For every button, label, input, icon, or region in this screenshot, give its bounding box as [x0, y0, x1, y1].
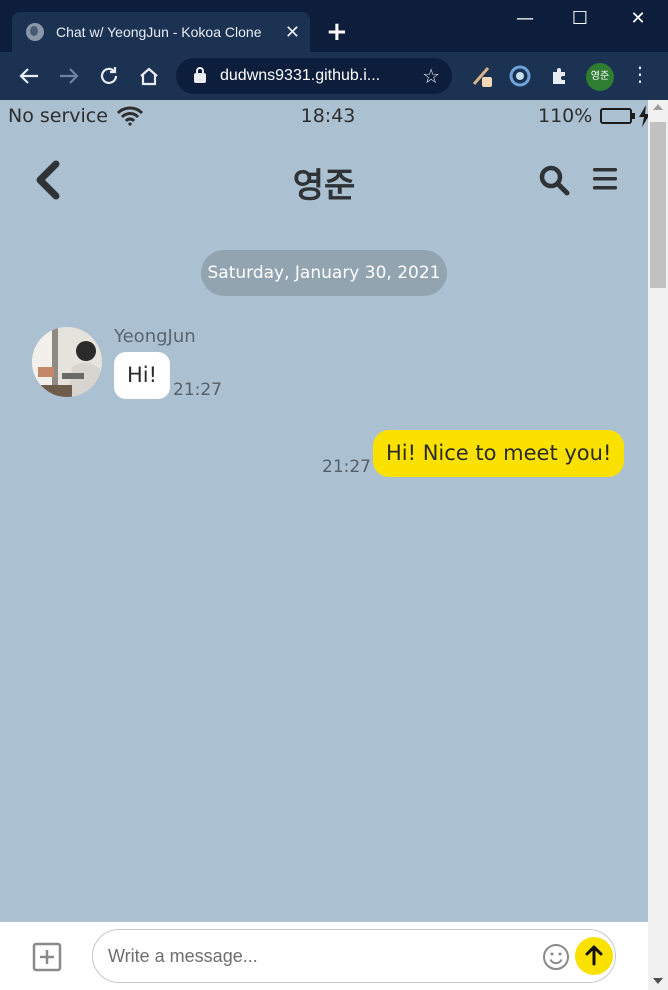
sender-name: YeongJun: [114, 326, 196, 347]
outgoing-message-bubble: Hi! Nice to meet you!: [373, 430, 625, 477]
tab-title: Chat w/ YeongJun - Kokoa Clone: [56, 24, 262, 40]
charging-bolt-icon: [639, 105, 648, 127]
outgoing-message-time: 21:27: [322, 457, 371, 477]
browser-menu-icon[interactable]: ⋮: [630, 62, 650, 86]
lock-icon: [194, 67, 206, 83]
date-divider: Saturday, January 30, 2021: [201, 250, 447, 296]
tab-close-button[interactable]: ✕: [285, 22, 300, 43]
address-bar[interactable]: dudwns9331.github.i... ☆: [176, 58, 452, 94]
page-viewport: No service 18:43 110% 영준 Saturday, Janua…: [0, 100, 648, 990]
battery-icon: [600, 108, 636, 124]
avatar[interactable]: [32, 327, 102, 397]
chat-header: 영준: [0, 142, 648, 216]
scroll-down-arrow-icon[interactable]: [653, 978, 663, 984]
hamburger-menu-icon[interactable]: [592, 164, 618, 194]
browser-toolbar: dudwns9331.github.i... ☆: [0, 52, 668, 100]
new-tab-button[interactable]: +: [326, 14, 348, 50]
battery-text: 110%: [538, 105, 593, 127]
back-nav-button[interactable]: [14, 62, 44, 98]
status-bar: No service 18:43 110%: [0, 100, 648, 132]
close-window-button[interactable]: ✕: [618, 8, 658, 29]
reload-button[interactable]: [94, 62, 124, 98]
maximize-button[interactable]: ☐: [560, 8, 600, 29]
plus-square-icon[interactable]: [32, 942, 62, 972]
extension-circle-icon[interactable]: [508, 64, 532, 88]
arrow-left-icon: [19, 68, 38, 84]
home-button[interactable]: [134, 62, 164, 98]
browser-tab[interactable]: Chat w/ YeongJun - Kokoa Clone ✕: [12, 12, 310, 52]
url-text: dudwns9331.github.i...: [220, 67, 381, 84]
arrow-up-icon: [585, 945, 603, 966]
incoming-message-time: 21:27: [173, 380, 222, 400]
page-scrollbar[interactable]: [648, 100, 668, 990]
smiley-icon[interactable]: [542, 943, 570, 971]
minimize-button[interactable]: —: [505, 8, 545, 29]
profile-photo-image: [32, 327, 102, 397]
search-icon[interactable]: [538, 164, 570, 196]
message-composer: [0, 922, 648, 990]
incoming-message-bubble: Hi!: [114, 352, 171, 399]
scrollbar-thumb[interactable]: [650, 122, 666, 288]
message-input[interactable]: [92, 929, 616, 983]
extension-pen-icon[interactable]: [470, 64, 494, 88]
send-button[interactable]: [575, 937, 613, 975]
globe-icon: [26, 23, 44, 41]
browser-titlebar: Chat w/ YeongJun - Kokoa Clone ✕ + — ☐ ✕: [0, 0, 668, 52]
profile-avatar[interactable]: 영준: [586, 63, 614, 91]
home-icon: [140, 67, 158, 86]
scroll-up-arrow-icon[interactable]: [653, 104, 663, 110]
forward-nav-button[interactable]: [54, 62, 84, 98]
puzzle-icon[interactable]: [548, 64, 572, 88]
bookmark-star-icon[interactable]: ☆: [422, 64, 440, 88]
reload-icon: [100, 67, 118, 84]
arrow-right-icon: [60, 68, 79, 84]
